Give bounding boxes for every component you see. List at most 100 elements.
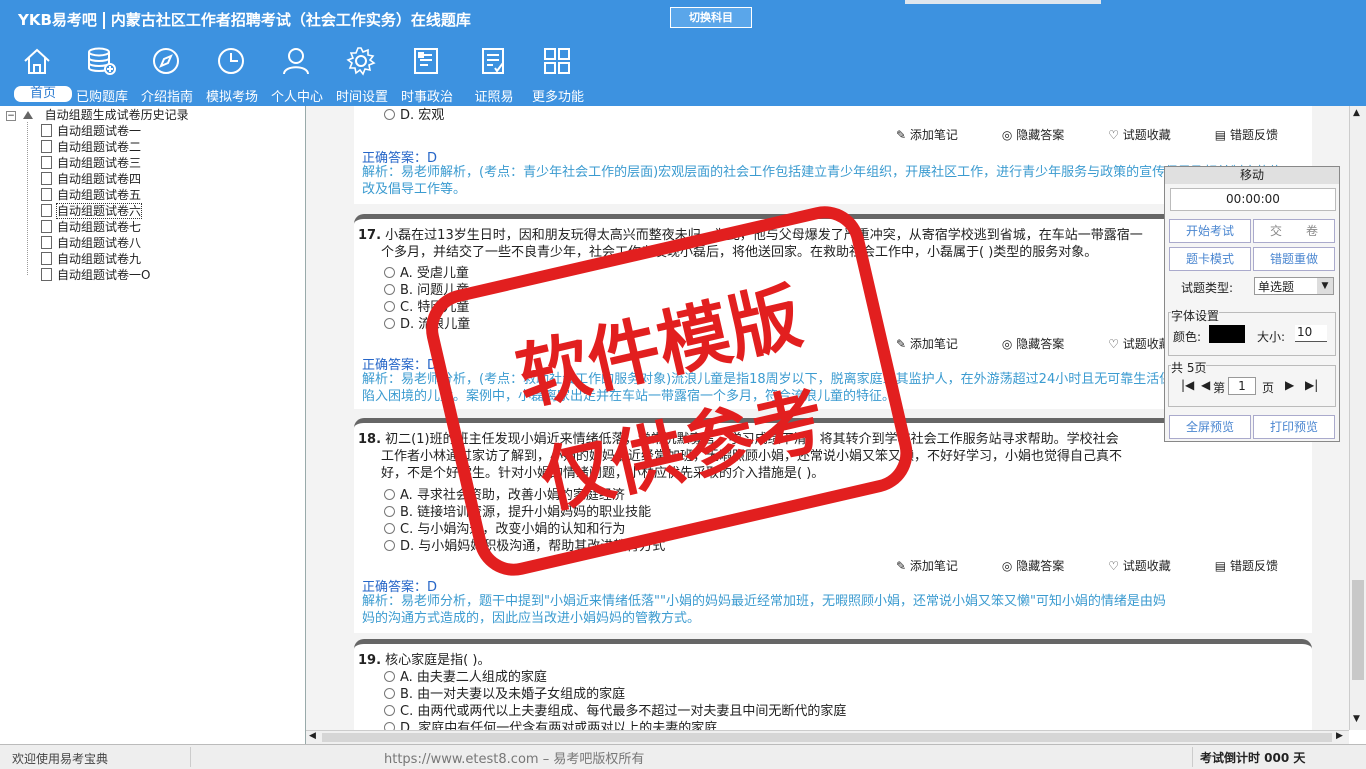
tree-root-label: 自动组题生成试卷历史记录 [44,108,189,122]
scroll-left-icon[interactable]: ◀ [309,731,316,741]
redo-wrong-button[interactable]: 错题重做 [1253,247,1335,271]
question-type-label: 试题类型: [1181,281,1234,295]
tree-item[interactable]: 自动组题试卷八 [41,235,141,251]
app-title: YKB易考吧 内蒙古社区工作者招聘考试（社会工作实务）在线题库 [18,9,471,30]
tree-item-selected[interactable]: 自动组题试卷六 [41,203,143,219]
radio-button[interactable] [384,506,395,517]
vertical-scrollbar[interactable]: ▲ ▼ [1349,106,1366,730]
gear-icon [346,47,376,76]
color-label: 颜色: [1173,330,1202,344]
page-suffix: 页 [1262,381,1275,395]
tree-item[interactable]: 自动组题试卷三 [41,155,141,171]
submit-button[interactable]: 交 卷 [1253,219,1335,243]
nav-label: 个人中心 [270,90,323,105]
collapse-icon[interactable]: − [6,111,16,121]
report-error-button[interactable]: ▤ 错题反馈 [1215,559,1300,573]
document-icon [41,236,52,249]
favorite-button[interactable]: ♡ 试题收藏 [1108,128,1193,142]
tree-item[interactable]: 自动组题试卷一O [41,267,150,283]
add-note-button[interactable]: ✎ 添加笔记 [896,559,980,573]
tree-root[interactable]: − 自动组题生成试卷历史记录 [6,107,189,123]
top-edge-strip [905,0,1101,4]
nav-label: 时事政治 [400,90,453,105]
radio-button[interactable] [384,705,395,716]
first-page-button[interactable]: |◀ [1181,378,1194,392]
size-label: 大小: [1257,330,1286,344]
print-preview-button[interactable]: 打印预览 [1253,415,1335,439]
fullscreen-preview-button[interactable]: 全屏预览 [1169,415,1251,439]
prev-page-button[interactable]: ◀ [1201,378,1210,392]
tree-item[interactable]: 自动组题试卷九 [41,251,141,267]
exam-countdown: 考试倒计时 000 天 [1200,751,1306,765]
radio-button[interactable] [384,301,395,312]
analysis: 解析：易老师分析，题干中提到"小娟近来情绪低落""小娟的妈妈最近经常加班，无暇照… [362,594,1166,609]
add-note-button[interactable]: ✎ 添加笔记 [896,337,980,351]
nav-label: 模拟考场 [205,90,258,105]
page-prefix: 第 [1213,381,1226,395]
exam-history-tree: − 自动组题生成试卷历史记录 自动组题试卷一 自动组题试卷二 自动组题试卷三 自… [0,106,306,744]
radio-button[interactable] [384,267,395,278]
radio-button[interactable] [384,540,395,551]
tree-item[interactable]: 自动组题试卷五 [41,187,141,203]
card-mode-button[interactable]: 题卡模式 [1169,247,1251,271]
radio-button[interactable] [384,523,395,534]
favorite-button[interactable]: ♡ 试题收藏 [1108,559,1193,573]
panel-drag-handle[interactable]: 移动 [1165,167,1339,184]
scroll-thumb[interactable] [322,733,1332,742]
option-d[interactable]: D. 宏观 [384,106,444,123]
add-note-button[interactable]: ✎ 添加笔记 [896,128,980,142]
document-icon [41,124,52,137]
font-size-input[interactable]: 10 [1295,325,1327,342]
hide-answer-button[interactable]: ◎ 隐藏答案 [1002,337,1086,351]
app-header: YKB易考吧 内蒙古社区工作者招聘考试（社会工作实务）在线题库 切换科目 首页 已… [0,0,1366,106]
scroll-thumb[interactable] [1352,580,1364,680]
total-pages-label: 共 5页 [1171,359,1207,376]
hide-answer-button[interactable]: ◎ 隐藏答案 [1002,559,1086,573]
document-icon [41,140,52,153]
document-icon [41,156,52,169]
nav-label: 介绍指南 [140,90,193,105]
question-tools: ✎ 添加笔记 ◎ 隐藏答案 ♡ 试题收藏 ▤ 错题反馈 [896,557,1322,574]
nav-label: 更多功能 [531,90,584,105]
database-icon [88,47,116,75]
scroll-right-icon[interactable]: ▶ [1336,731,1343,741]
news-icon [414,48,438,74]
question-type-select[interactable]: 单选题 ▼ [1254,277,1334,295]
last-page-button[interactable]: ▶| [1305,378,1318,392]
tree-item[interactable]: 自动组题试卷一 [41,123,141,139]
document-icon [41,252,52,265]
radio-button[interactable] [384,671,395,682]
tree-item[interactable]: 自动组题试卷二 [41,139,141,155]
report-error-button[interactable]: ▤ 错题反馈 [1215,128,1300,142]
scroll-down-icon[interactable]: ▼ [1353,714,1360,724]
option-d[interactable]: D. 家庭中有任何一代含有两对或两对以上的夫妻的家庭 [384,717,717,730]
radio-button[interactable] [384,688,395,699]
radio-button[interactable] [384,722,395,730]
scroll-up-icon[interactable]: ▲ [1353,108,1360,118]
radio-button[interactable] [384,489,395,500]
radio-button[interactable] [384,318,395,329]
clock-icon [218,48,244,74]
question-tools: ✎ 添加笔记 ◎ 隐藏答案 ♡ 试题收藏 ▤ 错题反馈 [896,126,1322,143]
grid-icon [544,48,570,74]
switch-subject-button[interactable]: 切换科目 [670,7,752,28]
font-color-swatch[interactable] [1209,325,1245,343]
brand-logo: YKB易考吧 [18,11,97,29]
tree-item[interactable]: 自动组题试卷七 [41,219,141,235]
tree-item[interactable]: 自动组题试卷四 [41,171,141,187]
start-exam-button[interactable]: 开始考试 [1169,219,1251,243]
nav-label: 已购题库 [75,90,128,105]
question-card: 19. 核心家庭是指( )。 A. 由夫妻二人组成的家庭 B. 由一对夫妻以及未… [354,639,1312,730]
next-page-button[interactable]: ▶ [1285,378,1294,392]
hide-answer-button[interactable]: ◎ 隐藏答案 [1002,128,1086,142]
document-icon [41,220,52,233]
page-number-input[interactable]: 1 [1228,377,1256,395]
document-icon [41,204,52,217]
analysis-cont: 妈的沟通方式造成的，因此应当改进小娟妈妈的管教方式。 [362,611,701,626]
exam-timer: 00:00:00 [1170,188,1336,211]
copyright-text: https://www.etest8.com – 易考吧版权所有 [384,752,645,767]
radio-button[interactable] [384,284,395,295]
radio-button[interactable] [384,109,395,120]
welcome-text: 欢迎使用易考宝典 [12,752,109,766]
horizontal-scrollbar[interactable]: ◀ ▶ [306,730,1349,745]
